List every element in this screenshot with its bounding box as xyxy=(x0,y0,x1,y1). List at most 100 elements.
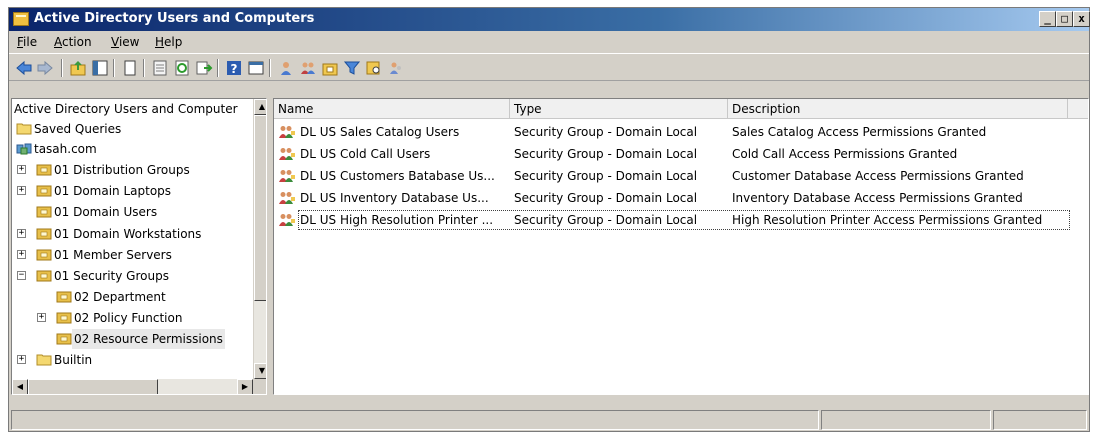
export-list-icon[interactable] xyxy=(195,59,213,77)
tree-item[interactable]: 02 Department xyxy=(12,287,252,307)
tree-item[interactable]: tasah.com xyxy=(12,139,252,159)
new-group-icon[interactable] xyxy=(299,59,317,77)
column-header-name[interactable]: Name xyxy=(274,99,510,119)
expand-icon[interactable]: + xyxy=(17,186,26,195)
security-group-icon xyxy=(278,125,296,139)
ou-folder-icon xyxy=(56,290,72,303)
svg-text:?: ? xyxy=(231,62,238,76)
column-header-description[interactable]: Description xyxy=(728,99,1068,119)
new-ou-icon[interactable] xyxy=(321,59,339,77)
tree-item[interactable]: +02 Policy Function xyxy=(12,308,252,328)
tree-hscroll-thumb[interactable] xyxy=(28,379,158,394)
list-row[interactable]: DL US Sales Catalog Users Security Group … xyxy=(274,121,1088,143)
list-row[interactable]: DL US Inventory Database Us... Security G… xyxy=(274,187,1088,209)
cell-description: Sales Catalog Access Permissions Granted xyxy=(732,125,987,139)
list-row[interactable]: DL US Cold Call Users Security Group - Do… xyxy=(274,143,1088,165)
tree-item[interactable]: +01 Distribution Groups xyxy=(12,160,252,180)
folder-icon xyxy=(16,122,32,135)
title-bar[interactable]: Active Directory Users and Computers _ □… xyxy=(9,8,1090,31)
cell-description: Inventory Database Access Permissions Gr… xyxy=(732,191,1023,205)
menu-file-label: File xyxy=(17,35,38,49)
tree-horizontal-scrollbar[interactable]: ◀ ▶ xyxy=(12,379,253,394)
properties-icon[interactable] xyxy=(151,59,169,77)
menu-file[interactable]: File xyxy=(17,35,37,49)
status-panel-main xyxy=(11,410,819,430)
tree-item-label: 02 Policy Function xyxy=(74,311,183,325)
find-icon[interactable] xyxy=(365,59,383,77)
copy-icon[interactable] xyxy=(121,59,139,77)
collapse-icon[interactable]: − xyxy=(17,271,26,280)
tree-item-label: 01 Domain Laptops xyxy=(54,184,172,198)
toolbar-separator xyxy=(269,59,271,77)
show-console-icon[interactable] xyxy=(247,59,265,77)
tree-item[interactable]: + Builtin xyxy=(12,350,252,370)
ou-folder-icon xyxy=(36,184,52,197)
toolbar: ? xyxy=(9,53,1089,81)
tree-item-label: Active Directory Users and Computer xyxy=(14,102,238,116)
expand-icon[interactable]: + xyxy=(17,165,26,174)
cell-type: Security Group - Domain Local xyxy=(514,213,698,227)
menu-bar: File Action View Help xyxy=(9,31,1089,53)
app-icon xyxy=(13,12,29,26)
tree-vertical-scrollbar[interactable]: ▲ ▼ xyxy=(253,99,266,379)
column-header-type[interactable]: Type xyxy=(510,99,728,119)
expand-icon[interactable]: + xyxy=(17,250,26,259)
domain-icon xyxy=(16,142,32,155)
list-header: Name Type Description xyxy=(274,99,1088,119)
menu-help[interactable]: Help xyxy=(155,35,182,49)
add-to-group-icon[interactable] xyxy=(387,59,405,77)
expand-icon[interactable]: + xyxy=(17,355,26,364)
tree-item-label: 02 Resource Permissions xyxy=(72,329,225,349)
list-row[interactable]: DL US High Resolution Printer ... Securit… xyxy=(274,209,1088,231)
expand-icon[interactable]: + xyxy=(37,313,46,322)
security-group-icon xyxy=(278,213,296,227)
tree-item-label: Builtin xyxy=(54,353,93,367)
close-button[interactable]: x xyxy=(1073,11,1090,27)
tree-item[interactable]: − 01 Security Groups xyxy=(12,266,252,286)
tree-item-label: tasah.com xyxy=(34,142,97,156)
cell-description: High Resolution Printer Access Permissio… xyxy=(732,213,1043,227)
security-group-icon xyxy=(278,169,296,183)
ou-folder-icon xyxy=(36,227,52,240)
menu-view[interactable]: View xyxy=(111,35,139,49)
cell-type: Security Group - Domain Local xyxy=(514,169,698,183)
expand-icon[interactable]: + xyxy=(17,229,26,238)
minimize-button[interactable]: _ xyxy=(1039,11,1056,27)
list-row[interactable]: DL US Customers Batabase Us... Security G… xyxy=(274,165,1088,187)
maximize-button[interactable]: □ xyxy=(1056,11,1073,27)
scroll-left-button[interactable]: ◀ xyxy=(12,379,28,394)
filter-icon[interactable] xyxy=(343,59,361,77)
status-panel-3 xyxy=(993,410,1087,430)
help-icon[interactable]: ? xyxy=(225,59,243,77)
cell-description: Cold Call Access Permissions Granted xyxy=(732,147,958,161)
scroll-up-button[interactable]: ▲ xyxy=(254,99,266,115)
back-icon[interactable] xyxy=(15,59,33,77)
menu-help-label: Help xyxy=(155,35,183,49)
cell-type: Security Group - Domain Local xyxy=(514,147,698,161)
status-bar xyxy=(9,408,1089,431)
tree-item[interactable]: Saved Queries xyxy=(12,119,252,139)
menu-action[interactable]: Action xyxy=(54,35,92,49)
tree-scroll-thumb[interactable] xyxy=(254,115,266,301)
security-group-icon xyxy=(278,147,296,161)
scroll-down-button[interactable]: ▼ xyxy=(254,363,266,379)
tree-item[interactable]: Active Directory Users and Computer xyxy=(12,99,252,119)
console-tree[interactable]: Active Directory Users and Computer Saved… xyxy=(11,98,267,395)
tree-item[interactable]: 01 Domain Users xyxy=(12,202,252,222)
ou-folder-icon xyxy=(36,269,52,282)
tree-item[interactable]: +01 Domain Workstations xyxy=(12,224,252,244)
tree-item-label: 01 Distribution Groups xyxy=(54,163,190,177)
up-folder-icon[interactable] xyxy=(69,59,87,77)
details-list[interactable]: Name Type Description DL US Sales Catalo… xyxy=(273,98,1089,395)
new-user-icon[interactable] xyxy=(277,59,295,77)
forward-icon[interactable] xyxy=(36,59,54,77)
tree-item[interactable]: +01 Member Servers xyxy=(12,245,252,265)
scroll-right-button[interactable]: ▶ xyxy=(237,379,253,394)
refresh-icon[interactable] xyxy=(173,59,191,77)
tree-item[interactable]: +01 Domain Laptops xyxy=(12,181,252,201)
toolbar-separator xyxy=(113,59,115,77)
menu-view-label: View xyxy=(111,35,140,49)
tree-item[interactable]: 02 Resource Permissions xyxy=(12,329,252,349)
ou-folder-icon xyxy=(56,311,72,324)
show-tree-icon[interactable] xyxy=(91,59,109,77)
